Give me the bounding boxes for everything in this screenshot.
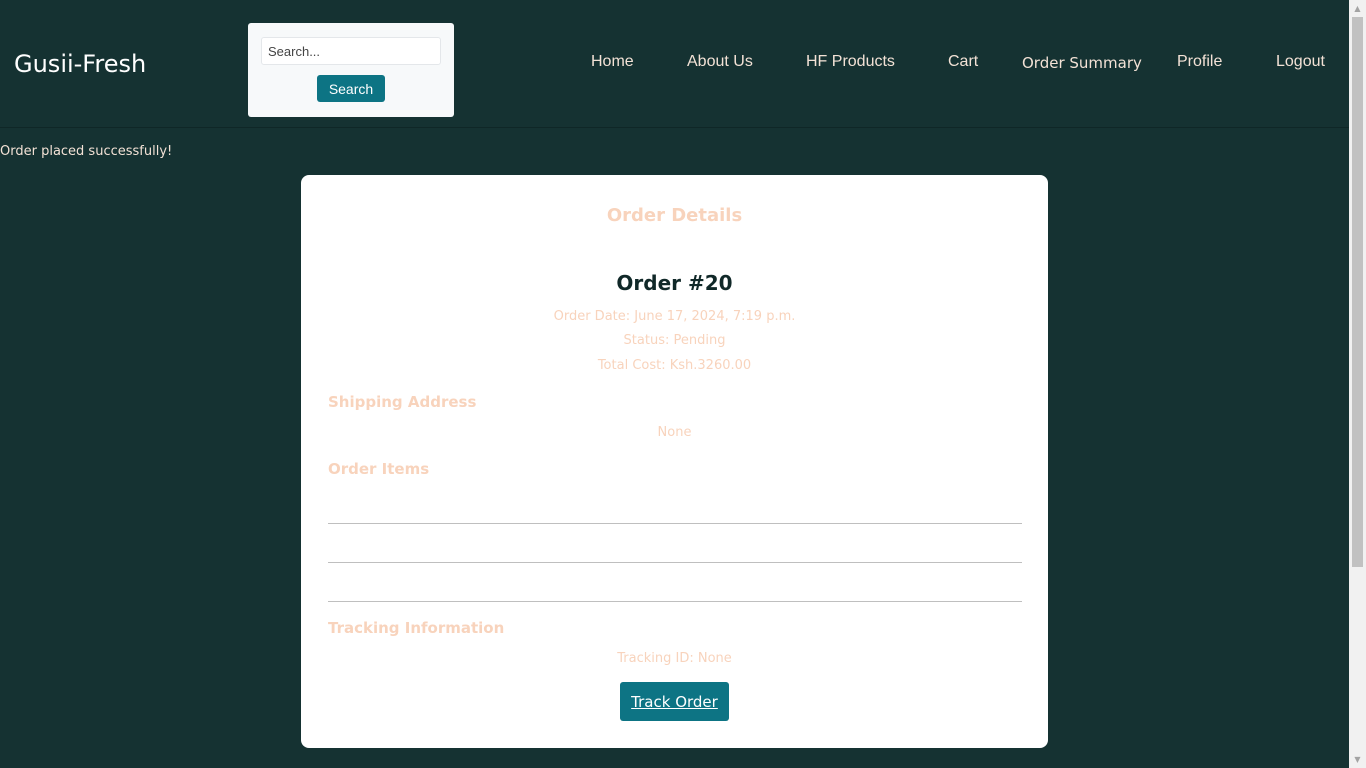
order-total: Total Cost: Ksh.3260.00 bbox=[597, 358, 752, 373]
brand-logo[interactable]: Gusii-Fresh bbox=[14, 49, 146, 79]
track-order-button[interactable]: Track Order bbox=[620, 682, 729, 721]
nav-home[interactable]: Home bbox=[591, 52, 634, 72]
order-item-row bbox=[328, 601, 1022, 602]
order-details-card: Order Details Order #20 Order Date: June… bbox=[301, 175, 1048, 748]
search-box: Search bbox=[248, 23, 454, 117]
nav-profile[interactable]: Profile bbox=[1177, 52, 1222, 72]
scroll-up-arrow-icon[interactable]: ▲ bbox=[1349, 0, 1366, 17]
shipping-address: None bbox=[657, 425, 692, 440]
order-item-row bbox=[328, 523, 1022, 524]
flash-message: Order placed successfully! bbox=[0, 144, 173, 159]
nav-cart[interactable]: Cart bbox=[948, 52, 978, 72]
tracking-heading: Tracking Information bbox=[328, 619, 505, 637]
nav-hf-products[interactable]: HF Products bbox=[806, 52, 895, 72]
search-button[interactable]: Search bbox=[317, 75, 385, 102]
search-input[interactable] bbox=[261, 37, 441, 65]
nav-order-summary[interactable]: Order Summary bbox=[1022, 53, 1142, 73]
order-item-row bbox=[328, 562, 1022, 563]
nav-logout[interactable]: Logout bbox=[1276, 52, 1325, 72]
page: Gusii-Fresh Search Home About Us HF Prod… bbox=[0, 0, 1349, 768]
tracking-id: Tracking ID: None bbox=[617, 651, 732, 666]
vertical-scrollbar[interactable]: ▲ ▼ bbox=[1349, 0, 1366, 768]
scroll-down-arrow-icon[interactable]: ▼ bbox=[1349, 751, 1366, 768]
site-header: Gusii-Fresh Search Home About Us HF Prod… bbox=[0, 0, 1349, 128]
scroll-thumb[interactable] bbox=[1352, 17, 1363, 567]
order-items-heading: Order Items bbox=[328, 460, 430, 478]
order-number: Order #20 bbox=[616, 271, 733, 295]
nav-about-us[interactable]: About Us bbox=[687, 52, 753, 72]
order-date: Order Date: June 17, 2024, 7:19 p.m. bbox=[553, 309, 796, 324]
shipping-heading: Shipping Address bbox=[328, 393, 477, 411]
order-status: Status: Pending bbox=[623, 333, 726, 348]
card-title: Order Details bbox=[606, 205, 743, 226]
